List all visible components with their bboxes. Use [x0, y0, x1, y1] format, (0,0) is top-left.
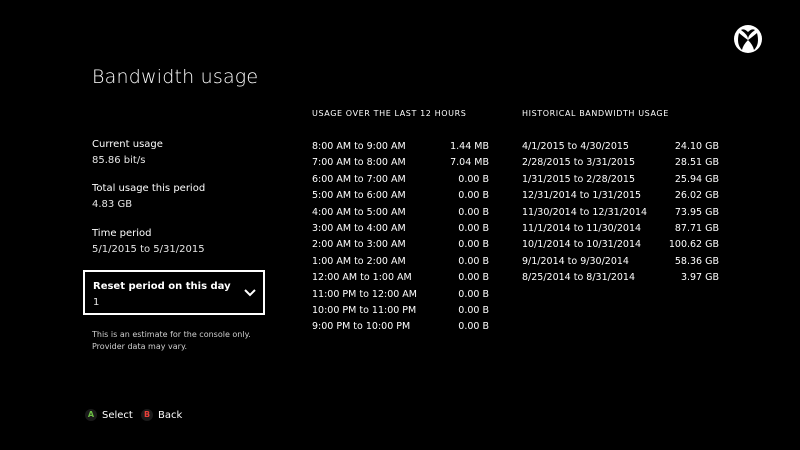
history-range: 1/31/2015 to 2/28/2015 — [522, 173, 635, 185]
back-button-hint[interactable]: B Back — [141, 409, 182, 421]
history-amount: 58.36 GB — [674, 255, 719, 267]
footnote-line-1: This is an estimate for the console only… — [92, 330, 251, 339]
history-row: 9/1/2014 to 9/30/2014 58.36 GB — [522, 254, 719, 270]
reset-period-label: Reset period on this day — [93, 281, 231, 292]
usage-amount: 0.00 B — [458, 255, 489, 267]
history-range: 12/31/2014 to 1/31/2015 — [522, 190, 642, 202]
usage-range: 6:00 AM to 7:00 AM — [312, 173, 406, 185]
usage-row: 1:00 AM to 2:00 AM 0.00 B — [312, 254, 489, 270]
history-amount: 3.97 GB — [680, 272, 719, 284]
b-button-icon: B — [141, 409, 153, 421]
usage-row: 5:00 AM to 6:00 AM 0.00 B — [312, 188, 489, 204]
usage-amount: 0.00 B — [458, 288, 489, 300]
history-range: 2/28/2015 to 3/31/2015 — [522, 157, 635, 169]
usage-row: 10:00 PM to 11:00 PM 0.00 B — [312, 303, 489, 319]
usage-range: 1:00 AM to 2:00 AM — [312, 255, 406, 267]
history-amount: 24.10 GB — [674, 141, 719, 152]
total-usage-value: 4.83 GB — [92, 199, 133, 210]
usage-row: 6:00 AM to 7:00 AM 0.00 B — [312, 172, 489, 188]
history-amount: 73.95 GB — [674, 206, 719, 218]
usage-amount: 0.00 B — [458, 272, 489, 284]
usage-range: 12:00 AM to 1:00 AM — [312, 272, 412, 284]
usage-amount: 0.00 B — [458, 190, 489, 202]
usage-amount: 1.44 MB — [450, 141, 489, 152]
usage-row: 12:00 AM to 1:00 AM 0.00 B — [312, 270, 489, 286]
usage-row: 8:00 AM to 9:00 AM 1.44 MB — [312, 139, 489, 155]
usage-amount: 0.00 B — [458, 304, 489, 316]
a-button-icon: A — [85, 409, 97, 421]
history-range: 4/1/2015 to 4/30/2015 — [522, 141, 629, 152]
history-range: 9/1/2014 to 9/30/2014 — [522, 255, 629, 267]
history-row: 11/30/2014 to 12/31/2014 73.95 GB — [522, 205, 719, 221]
history-row: 11/1/2014 to 11/30/2014 87.71 GB — [522, 221, 719, 237]
back-label: Back — [158, 409, 183, 421]
usage-row: 2:00 AM to 3:00 AM 0.00 B — [312, 237, 489, 253]
history-range: 11/1/2014 to 11/30/2014 — [522, 222, 642, 234]
history-range: 11/30/2014 to 12/31/2014 — [522, 206, 648, 218]
usage-amount: 7.04 MB — [450, 157, 489, 169]
usage-range: 3:00 AM to 4:00 AM — [312, 222, 406, 234]
reset-period-dropdown[interactable]: Reset period on this day 1 — [83, 270, 265, 315]
history-amount: 26.02 GB — [674, 190, 719, 202]
usage-range: 5:00 AM to 6:00 AM — [312, 190, 406, 202]
usage-range: 8:00 AM to 9:00 AM — [312, 141, 406, 152]
history-row: 12/31/2014 to 1/31/2015 26.02 GB — [522, 188, 719, 204]
time-period-block: Time period 5/1/2015 to 5/31/2015 — [92, 227, 205, 257]
usage-amount: 0.00 B — [458, 173, 489, 185]
history-range: 8/25/2014 to 8/31/2014 — [522, 272, 635, 284]
usage-range: 7:00 AM to 8:00 AM — [312, 157, 406, 169]
current-usage-label: Current usage — [92, 139, 163, 150]
usage-range: 2:00 AM to 3:00 AM — [312, 239, 406, 251]
usage-amount: 0.00 B — [458, 239, 489, 251]
usage-row: 9:00 PM to 10:00 PM 0.00 B — [312, 319, 489, 335]
usage-range: 11:00 PM to 12:00 AM — [312, 288, 417, 300]
footnote-line-2: Provider data may vary. — [92, 342, 188, 351]
usage-amount: 0.00 B — [458, 206, 489, 218]
usage-12h-header: USAGE OVER THE LAST 12 HOURS — [312, 109, 467, 118]
historical-usage-list: 4/1/2015 to 4/30/2015 24.10 GB 2/28/2015 … — [522, 139, 719, 287]
reset-period-value: 1 — [93, 297, 100, 308]
usage-12h-list: 8:00 AM to 9:00 AM 1.44 MB 7:00 AM to 8:0… — [312, 139, 489, 336]
usage-row: 11:00 PM to 12:00 AM 0.00 B — [312, 287, 489, 303]
history-row: 8/25/2014 to 8/31/2014 3.97 GB — [522, 270, 719, 286]
current-usage-value: 85.86 bit/s — [92, 155, 146, 166]
total-usage-label: Total usage this period — [92, 183, 206, 194]
history-range: 10/1/2014 to 10/31/2014 — [522, 239, 642, 251]
page-title: Bandwidth usage — [92, 66, 259, 88]
xbox-logo-icon — [734, 25, 762, 53]
chevron-down-icon — [244, 289, 256, 297]
history-amount: 100.62 GB — [668, 239, 719, 251]
select-button-hint[interactable]: A Select — [85, 409, 133, 421]
history-amount: 87.71 GB — [674, 222, 719, 234]
usage-amount: 0.00 B — [458, 321, 489, 333]
history-row: 1/31/2015 to 2/28/2015 25.94 GB — [522, 172, 719, 188]
usage-row: 7:00 AM to 8:00 AM 7.04 MB — [312, 155, 489, 171]
usage-range: 10:00 PM to 11:00 PM — [312, 304, 417, 316]
time-period-label: Time period — [92, 228, 152, 239]
usage-row: 3:00 AM to 4:00 AM 0.00 B — [312, 221, 489, 237]
total-usage-block: Total usage this period 4.83 GB — [92, 182, 205, 212]
history-amount: 28.51 GB — [674, 157, 719, 169]
time-period-value: 5/1/2015 to 5/31/2015 — [92, 244, 205, 255]
current-usage-block: Current usage 85.86 bit/s — [92, 138, 163, 168]
select-label: Select — [102, 409, 133, 421]
history-row: 10/1/2014 to 10/31/2014 100.62 GB — [522, 237, 719, 253]
usage-amount: 0.00 B — [458, 222, 489, 234]
historical-usage-header: HISTORICAL BANDWIDTH USAGE — [522, 109, 669, 118]
estimate-footnote: This is an estimate for the console only… — [92, 329, 262, 353]
usage-range: 4:00 AM to 5:00 AM — [312, 206, 406, 218]
history-row: 2/28/2015 to 3/31/2015 28.51 GB — [522, 155, 719, 171]
history-amount: 25.94 GB — [674, 173, 719, 185]
usage-range: 9:00 PM to 10:00 PM — [312, 321, 411, 333]
history-row: 4/1/2015 to 4/30/2015 24.10 GB — [522, 139, 719, 155]
usage-row: 4:00 AM to 5:00 AM 0.00 B — [312, 205, 489, 221]
